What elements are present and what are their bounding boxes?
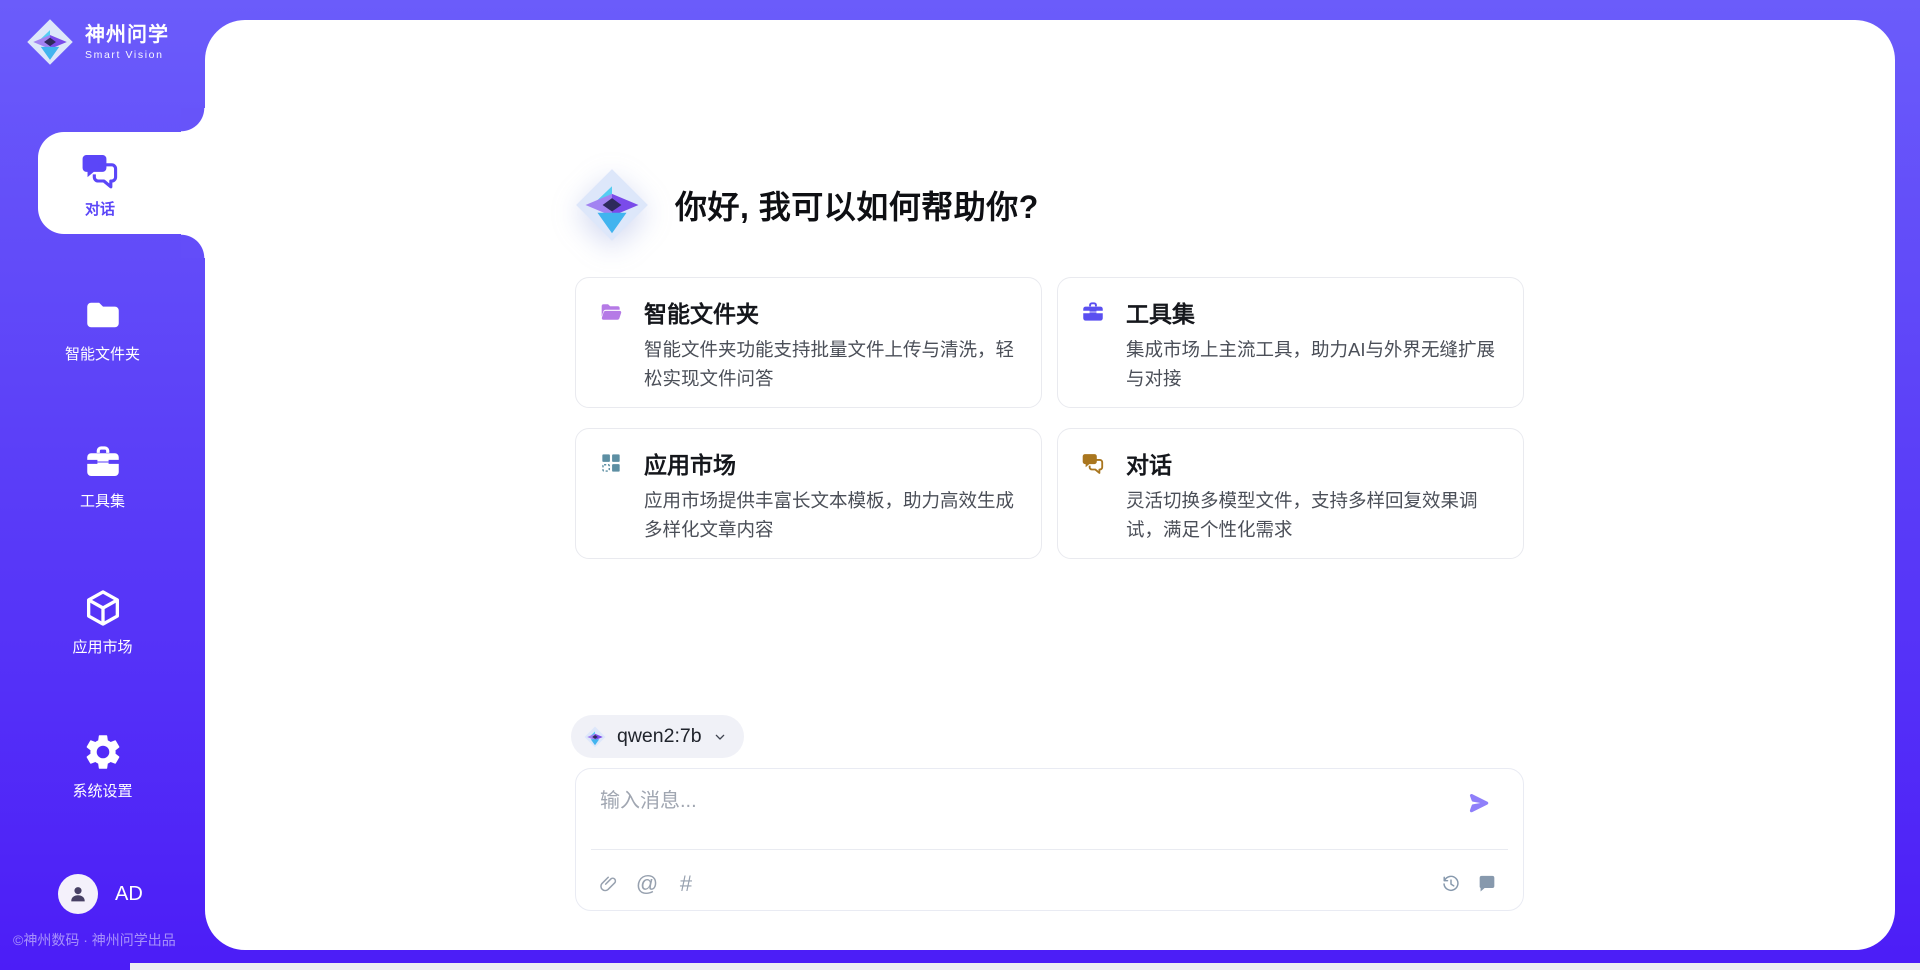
tab-top-fillet (181, 108, 205, 132)
send-icon (1465, 789, 1493, 817)
tab-bottom-fillet (181, 234, 205, 258)
sidebar-item-settings[interactable]: 系统设置 (0, 731, 205, 801)
sidebar-item-label: 系统设置 (0, 780, 205, 801)
mention-button[interactable]: @ (635, 871, 659, 897)
app-window: 神州问学 Smart Vision 对话 智能文件夹 工具集 应用市场 系统设置 (0, 0, 1920, 970)
greeting: 你好, 我可以如何帮助你? (571, 161, 1039, 249)
card-head: 对话 (1080, 449, 1513, 477)
card-description: 集成市场上主流工具，助力AI与外界无缝扩展与对接 (1126, 335, 1513, 393)
history-icon (1440, 873, 1462, 895)
card-head: 智能文件夹 (598, 298, 1031, 326)
user-profile[interactable]: AD (58, 874, 143, 914)
feature-card-app-market[interactable]: 应用市场 应用市场提供丰富长文本模板，助力高效生成多样化文章内容 (575, 428, 1042, 559)
card-title: 智能文件夹 (644, 295, 759, 329)
sidebar-item-label: 智能文件夹 (0, 343, 205, 364)
sidebar-item-smart-folders[interactable]: 智能文件夹 (0, 294, 205, 364)
composer-tools: @ # (596, 871, 698, 897)
card-description: 智能文件夹功能支持批量文件上传与清洗，轻松实现文件问答 (644, 335, 1031, 393)
send-button[interactable] (1465, 789, 1493, 817)
diamond-logo-icon (583, 725, 607, 749)
chat-bubbles-icon (78, 148, 122, 192)
sidebar-item-chat[interactable]: 对话 (38, 132, 205, 234)
chat-bubbles-icon (1080, 450, 1106, 476)
brand-logo: 神州问学 Smart Vision (24, 16, 169, 68)
card-head: 应用市场 (598, 449, 1031, 477)
app-grid-icon (598, 450, 624, 476)
card-description: 灵活切换多模型文件，支持多样回复效果调试，满足个性化需求 (1126, 486, 1513, 544)
conversations-button[interactable] (1476, 873, 1499, 896)
topic-button[interactable]: # (674, 871, 698, 897)
attach-button[interactable] (596, 871, 620, 897)
composer: @ # (575, 768, 1524, 911)
chevron-down-icon (712, 729, 728, 745)
history-button[interactable] (1440, 873, 1463, 896)
sidebar-item-label: 对话 (38, 198, 162, 219)
person-icon (65, 881, 91, 907)
chat-bubble-icon (1476, 873, 1498, 895)
sidebar-item-label: 应用市场 (0, 636, 205, 657)
greeting-title: 你好, 我可以如何帮助你? (675, 182, 1039, 228)
folder-open-icon (598, 299, 624, 325)
composer-divider (591, 849, 1508, 850)
copyright-footer: ©神州数码 · 神州问学出品 (13, 930, 176, 950)
paperclip-icon (598, 874, 619, 895)
cube-icon (82, 587, 124, 629)
diamond-logo-icon (24, 16, 76, 68)
card-title: 对话 (1126, 446, 1172, 480)
feature-card-chat[interactable]: 对话 灵活切换多模型文件，支持多样回复效果调试，满足个性化需求 (1057, 428, 1524, 559)
sidebar-item-toolset[interactable]: 工具集 (0, 441, 205, 511)
user-initials: AD (115, 883, 143, 906)
avatar (58, 874, 98, 914)
card-head: 工具集 (1080, 298, 1513, 326)
card-description: 应用市场提供丰富长文本模板，助力高效生成多样化文章内容 (644, 486, 1031, 544)
brand-tagline: Smart Vision (85, 49, 169, 61)
sidebar-item-label: 工具集 (0, 490, 205, 511)
model-name: qwen2:7b (617, 725, 702, 748)
main-panel: 你好, 我可以如何帮助你? 智能文件夹 智能文件夹功能支持批量文件上传与清洗，轻… (205, 20, 1895, 950)
gear-icon (82, 731, 124, 773)
feature-cards: 智能文件夹 智能文件夹功能支持批量文件上传与清洗，轻松实现文件问答 工具集 集成… (575, 277, 1524, 559)
toolbox-icon (1080, 299, 1106, 325)
folder-icon (82, 294, 124, 336)
horizontal-scrollbar[interactable] (130, 963, 1920, 970)
brand-text: 神州问学 Smart Vision (85, 23, 169, 61)
model-selector[interactable]: qwen2:7b (571, 715, 744, 758)
brand-name: 神州问学 (85, 23, 169, 47)
card-title: 应用市场 (644, 446, 736, 480)
message-input[interactable] (598, 783, 1442, 819)
sidebar-item-app-market[interactable]: 应用市场 (0, 587, 205, 657)
card-title: 工具集 (1126, 295, 1195, 329)
feature-card-smart-folders[interactable]: 智能文件夹 智能文件夹功能支持批量文件上传与清洗，轻松实现文件问答 (575, 277, 1042, 408)
assistant-diamond-icon (571, 164, 653, 246)
sidebar: 神州问学 Smart Vision 对话 智能文件夹 工具集 应用市场 系统设置 (0, 0, 205, 970)
toolbox-icon (82, 441, 124, 483)
feature-card-toolset[interactable]: 工具集 集成市场上主流工具，助力AI与外界无缝扩展与对接 (1057, 277, 1524, 408)
composer-right-tools (1440, 873, 1499, 896)
